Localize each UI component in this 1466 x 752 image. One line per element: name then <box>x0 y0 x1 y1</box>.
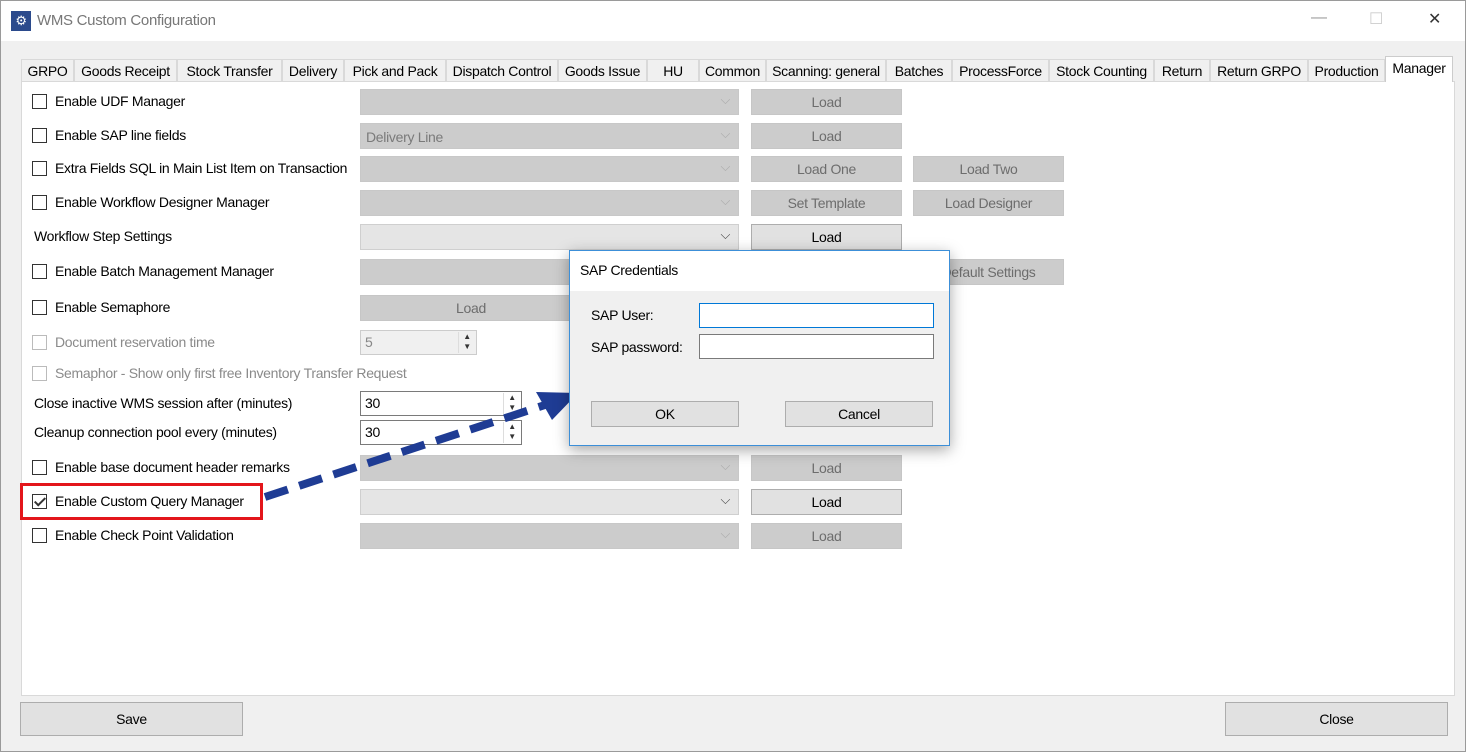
sap-user-input[interactable] <box>699 303 934 328</box>
cancel-button[interactable]: Cancel <box>785 401 933 427</box>
tab-manager[interactable]: Manager <box>1385 56 1453 82</box>
arrow-dashed-line <box>263 401 547 501</box>
sap-credentials-dialog: SAP Credentials SAP User: SAP password: … <box>569 250 950 446</box>
sap-password-input[interactable] <box>699 334 934 359</box>
ok-button[interactable]: OK <box>591 401 739 427</box>
dialog-title: SAP Credentials <box>570 251 949 291</box>
sap-password-label: SAP password: <box>591 339 683 355</box>
sap-user-label: SAP User: <box>591 307 654 323</box>
